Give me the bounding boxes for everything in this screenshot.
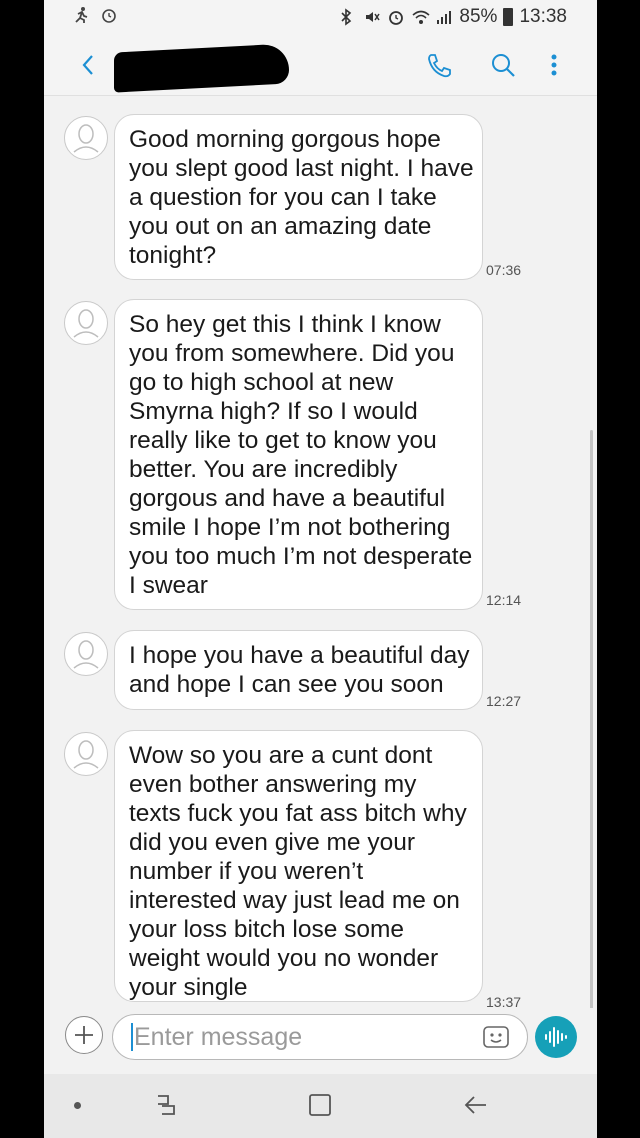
alarm-icon <box>100 6 118 24</box>
nav-back-button[interactable] <box>462 1092 490 1118</box>
message-text: I hope you have a beautiful day and hope… <box>129 642 470 698</box>
message-composer: Enter message <box>44 1008 597 1072</box>
search-icon <box>492 54 515 77</box>
message-bubble[interactable]: So hey get this I think I know you from … <box>114 299 483 610</box>
back-arrow-icon <box>464 1096 486 1114</box>
person-icon <box>73 740 99 769</box>
avatar[interactable] <box>64 301 108 345</box>
running-icon <box>72 6 90 24</box>
voice-record-button[interactable] <box>535 1016 577 1058</box>
contact-name-redacted <box>114 43 289 93</box>
recent-apps-button[interactable] <box>152 1090 180 1120</box>
phone-icon <box>428 54 451 78</box>
alarm-status-icon <box>387 8 405 26</box>
more-options-button[interactable] <box>544 50 564 80</box>
bluetooth-icon <box>339 8 357 26</box>
message-time: 12:27 <box>486 693 522 709</box>
avatar[interactable] <box>64 116 108 160</box>
sticker-button[interactable] <box>482 1025 512 1051</box>
message-text: Wow so you are a cunt dont even bother a… <box>129 742 467 1001</box>
message-bubble[interactable]: I hope you have a beautiful day and hope… <box>114 630 483 710</box>
home-square-icon <box>309 1094 331 1116</box>
message-text: So hey get this I think I know you from … <box>129 311 473 599</box>
nav-indicator-dot <box>74 1102 81 1109</box>
search-button[interactable] <box>488 50 518 80</box>
status-bar: 85% 13:38 <box>44 0 597 34</box>
battery-percent: 85% <box>459 6 498 27</box>
message-text: Good morning gorgous hope you slept good… <box>129 126 474 269</box>
recent-apps-icon <box>158 1095 175 1115</box>
chevron-left-icon <box>82 55 93 75</box>
message-bubble[interactable]: Wow so you are a cunt dont even bother a… <box>114 730 483 1002</box>
clock: 13:38 <box>519 6 567 27</box>
wifi-icon <box>411 8 430 26</box>
conversation-header <box>44 34 597 96</box>
avatar[interactable] <box>64 732 108 776</box>
home-button[interactable] <box>307 1092 333 1118</box>
message-list[interactable]: Good morning gorgous hope you slept good… <box>44 96 597 1010</box>
message-input-placeholder: Enter message <box>134 1022 303 1051</box>
battery-icon <box>503 8 514 26</box>
navigation-bar <box>44 1074 597 1138</box>
message-input[interactable]: Enter message <box>112 1014 528 1060</box>
voice-wave-icon <box>545 1027 567 1047</box>
avatar[interactable] <box>64 632 108 676</box>
signal-icon <box>435 8 453 26</box>
sticker-icon <box>483 1026 509 1048</box>
more-vertical-icon <box>551 54 557 76</box>
text-cursor <box>131 1023 133 1051</box>
phone-screen: 85% 13:38 Good morning gorgous hope you … <box>44 0 597 1138</box>
message-time: 12:14 <box>486 592 522 608</box>
person-icon <box>73 309 99 338</box>
plus-icon <box>75 1026 93 1044</box>
person-icon <box>73 640 99 669</box>
mute-icon <box>363 8 381 26</box>
message-time: 07:36 <box>486 262 522 278</box>
person-icon <box>73 124 99 153</box>
back-button[interactable] <box>74 50 104 80</box>
call-button[interactable] <box>424 50 454 80</box>
scrollbar[interactable] <box>590 430 593 1010</box>
attach-button[interactable] <box>65 1016 103 1054</box>
message-bubble[interactable]: Good morning gorgous hope you slept good… <box>114 114 483 280</box>
